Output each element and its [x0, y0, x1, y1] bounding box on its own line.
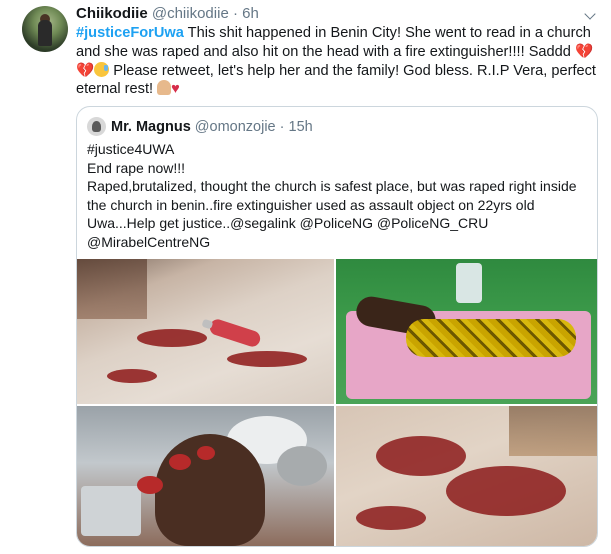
sad-face-emoji	[94, 61, 110, 77]
caret-down-icon[interactable]	[584, 8, 596, 20]
tweet-header: Chiikodiie @chiikodiie · 6h	[76, 5, 259, 23]
quoted-line: Raped,brutalized, thought the church is …	[87, 178, 577, 250]
quoted-tweet[interactable]: Mr. Magnus @omonzojie · 15h #justice4UWA…	[76, 106, 598, 547]
tweet: Chiikodiie @chiikodiie · 6h #justiceForU…	[0, 0, 611, 554]
quoted-avatar[interactable]	[87, 117, 106, 136]
photo-floor-extinguisher[interactable]	[77, 259, 334, 404]
photo-hospital-bed[interactable]	[336, 259, 597, 404]
quoted-author-handle[interactable]: @omonzojie	[195, 119, 276, 135]
tweet-body-part-2: Please retweet, let's help her and the f…	[76, 62, 596, 98]
tweet-text: #justiceForUwa This shit happened in Ben…	[76, 24, 596, 99]
author-handle[interactable]: @chiikodiie	[152, 5, 229, 22]
quoted-header: Mr. Magnus @omonzojie · 15h	[111, 118, 313, 136]
red-heart-emoji: ♥	[171, 81, 180, 98]
profile-avatar[interactable]	[22, 6, 68, 52]
hashtag-link[interactable]: #justiceForUwa	[76, 25, 184, 41]
photo-injured-face[interactable]	[77, 406, 334, 546]
separator-dot: ·	[279, 119, 285, 135]
author-name[interactable]: Chiikodiie	[76, 5, 148, 22]
tweet-timestamp[interactable]: 6h	[242, 5, 259, 22]
quoted-line: End rape now!!!	[87, 159, 186, 176]
quoted-line: #justice4UWA	[87, 141, 175, 157]
separator-dot: ·	[232, 5, 238, 22]
quoted-timestamp[interactable]: 15h	[289, 119, 313, 135]
quoted-author-name[interactable]: Mr. Magnus	[111, 119, 191, 135]
photo-floor-blood[interactable]	[336, 406, 597, 546]
quoted-text: #justice4UWA End rape now!!! Raped,bruta…	[87, 140, 587, 252]
folded-hands-emoji	[157, 80, 172, 96]
